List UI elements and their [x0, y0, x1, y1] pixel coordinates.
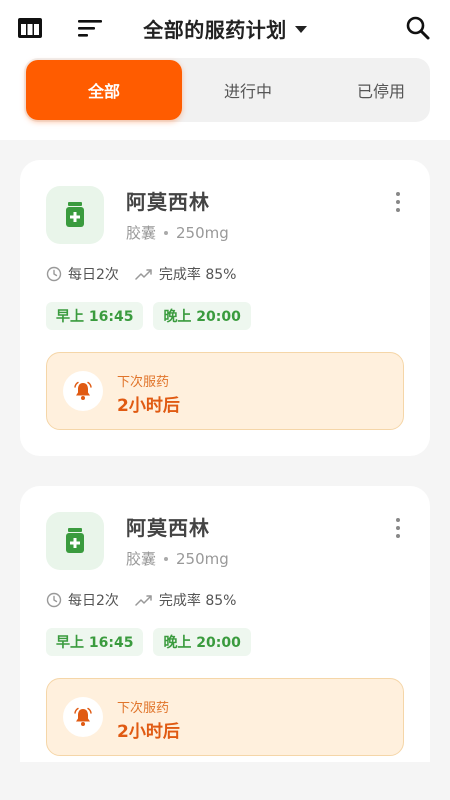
medication-dose: 250mg	[176, 223, 229, 242]
medication-name: 阿莫西林	[126, 190, 210, 214]
medicine-bottle-icon	[46, 512, 104, 570]
next-dose-time: 2小时后	[117, 396, 180, 416]
separator-dot	[164, 556, 169, 561]
trend-up-icon	[135, 269, 152, 280]
page-title: 全部的服药计划	[143, 17, 287, 42]
frequency-stat: 每日2次	[46, 590, 119, 610]
bell-icon	[63, 697, 103, 737]
next-dose-label: 下次服药	[117, 375, 170, 390]
frequency-stat: 每日2次	[46, 264, 119, 284]
more-options-icon[interactable]	[394, 192, 402, 212]
medicine-bottle-icon	[46, 186, 104, 244]
clock-icon	[46, 592, 62, 608]
tab-all[interactable]: 全部	[26, 60, 182, 120]
search-icon[interactable]	[404, 14, 432, 42]
completion-stat: 完成率 85%	[135, 264, 237, 284]
dose-time-chip: 早上 16:45	[46, 628, 144, 656]
plan-stats: 每日2次 完成率 85%	[46, 590, 253, 610]
trend-up-icon	[135, 595, 152, 606]
next-dose-reminder: 下次服药 2小时后	[46, 352, 404, 430]
dose-times: 早上 16:45 晚上 20:00	[46, 302, 251, 330]
separator-dot	[164, 230, 169, 235]
completion-stat: 完成率 85%	[135, 590, 237, 610]
bell-icon	[63, 371, 103, 411]
status-tabs: 全部 进行中 已停用	[24, 58, 430, 122]
medication-dose: 250mg	[176, 549, 229, 568]
next-dose-time: 2小时后	[117, 722, 180, 742]
plan-filter-dropdown[interactable]: 全部的服药计划	[0, 12, 450, 44]
plan-stats: 每日2次 完成率 85%	[46, 264, 253, 284]
medication-form: 胶囊	[126, 550, 157, 568]
dose-time-chip: 早上 16:45	[46, 302, 144, 330]
dose-times: 早上 16:45 晚上 20:00	[46, 628, 251, 656]
dose-time-chip: 晚上 20:00	[153, 628, 251, 656]
chevron-down-icon	[294, 25, 307, 33]
completion-rate: 完成率 85%	[158, 267, 237, 283]
medication-details: 胶囊 250mg	[126, 548, 229, 569]
frequency-text: 每日2次	[68, 267, 119, 283]
next-dose-reminder: 下次服药 2小时后	[46, 678, 404, 756]
medication-name: 阿莫西林	[126, 516, 210, 540]
completion-rate: 完成率 85%	[158, 593, 237, 609]
tab-stopped[interactable]: 已停用	[314, 58, 448, 122]
frequency-text: 每日2次	[68, 593, 119, 609]
more-options-icon[interactable]	[394, 518, 402, 538]
medication-form: 胶囊	[126, 224, 157, 242]
dose-time-chip: 晚上 20:00	[153, 302, 251, 330]
clock-icon	[46, 266, 62, 282]
medication-plan-card[interactable]: 阿莫西林 胶囊 250mg 每日2次 完成率 85% 早上 16:45 晚上 2…	[20, 160, 430, 456]
medication-details: 胶囊 250mg	[126, 222, 229, 243]
next-dose-label: 下次服药	[117, 701, 170, 716]
medication-plan-card[interactable]: 阿莫西林 胶囊 250mg 每日2次 完成率 85% 早上 16:45 晚上 2…	[20, 486, 430, 762]
tab-in-progress[interactable]: 进行中	[184, 58, 312, 122]
top-bar: 全部的服药计划	[0, 0, 450, 56]
header: 全部的服药计划 全部 进行中 已停用	[0, 0, 450, 140]
